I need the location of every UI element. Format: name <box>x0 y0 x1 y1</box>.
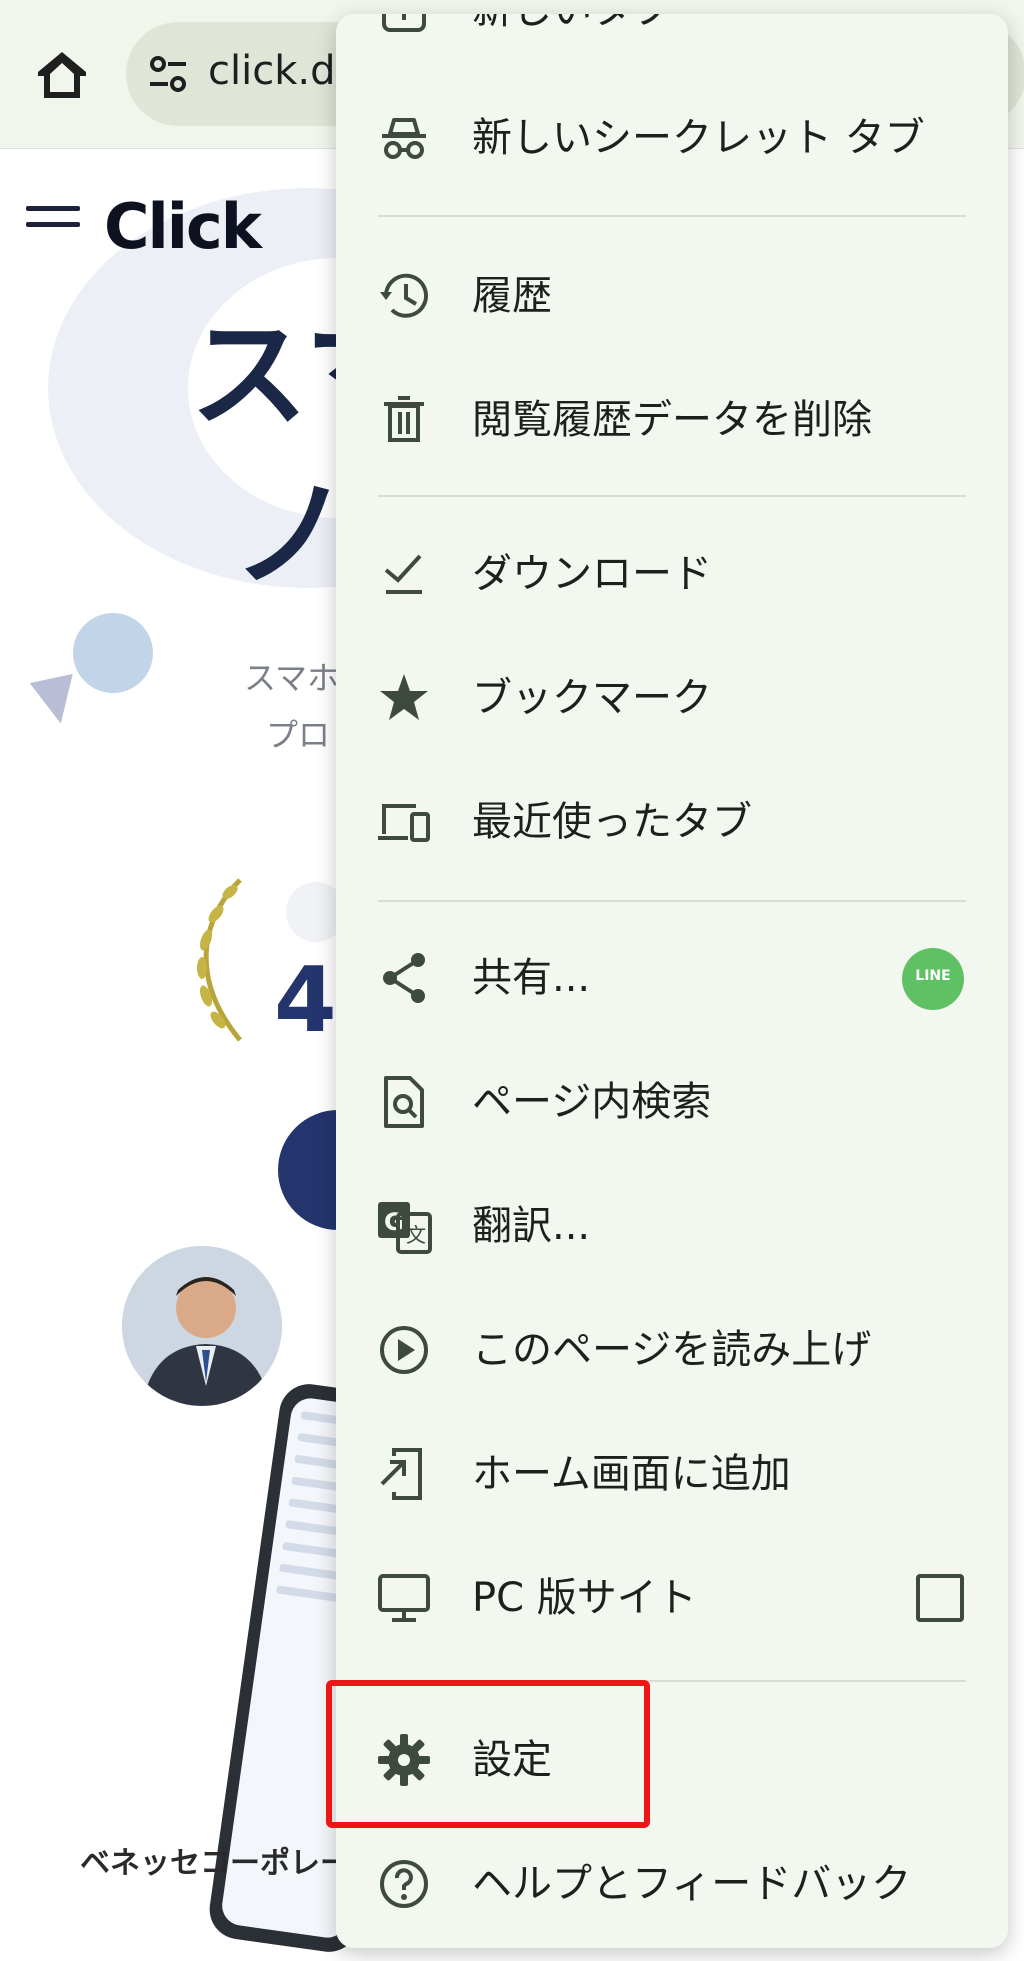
help-icon <box>380 1860 428 1908</box>
menu-item-label: ホーム画面に追加 <box>472 1451 791 1497</box>
trash-icon <box>384 396 424 442</box>
divider <box>378 215 966 217</box>
menu-item-desktop-site[interactable]: PC 版サイト <box>336 1538 1008 1658</box>
devices-icon <box>378 804 430 842</box>
decorative-triangle <box>29 673 83 729</box>
hero-subtitle-line2: プロ <box>266 716 331 754</box>
divider <box>378 900 966 902</box>
menu-item-add-to-home-screen[interactable]: ホーム画面に追加 <box>336 1414 1008 1534</box>
menu-item-label: 共有... <box>472 955 591 1001</box>
svg-text:文: 文 <box>406 1223 426 1247</box>
desktop-icon <box>378 1574 430 1622</box>
menu-item-read-aloud[interactable]: このページを読み上げ <box>336 1290 1008 1410</box>
hero-title-line2: ノ <box>232 466 351 604</box>
laurel-icon <box>197 878 242 1042</box>
site-logo[interactable]: Click <box>104 190 262 263</box>
menu-item-recent-tabs[interactable]: 最近使ったタブ <box>336 762 1008 882</box>
find-in-page-icon <box>384 1076 424 1128</box>
menu-item-help-and-feedback[interactable]: ヘルプとフィードバック <box>336 1824 1008 1944</box>
menu-item-label: PC 版サイト <box>472 1575 697 1621</box>
home-icon[interactable] <box>30 42 94 106</box>
share-icon <box>383 953 425 1003</box>
new-tab-icon <box>382 14 426 32</box>
menu-item-label: ダウンロード <box>472 551 712 597</box>
menu-item-find-in-page[interactable]: ページ内検索 <box>336 1042 1008 1162</box>
menu-item-label: 閲覧履歴データを削除 <box>472 397 872 443</box>
play-circle-icon <box>380 1326 428 1374</box>
hero-subtitle-line1: スマホ <box>244 659 340 697</box>
decorative-circle <box>73 613 153 693</box>
hamburger-menu-icon[interactable] <box>26 206 80 240</box>
menu-item-label: 翻訳... <box>472 1203 591 1249</box>
menu-item-translate[interactable]: G 文 翻訳... <box>336 1166 1008 1286</box>
menu-item-bookmarks[interactable]: ブックマーク <box>336 638 1008 758</box>
menu-item-label: 新しいシークレット タブ <box>472 115 925 161</box>
menu-item-label: ブックマーク <box>472 675 712 721</box>
avatar <box>122 1246 282 1406</box>
menu-item-label: ヘルプとフィードバック <box>472 1861 912 1907</box>
add-to-home-icon <box>380 1448 422 1500</box>
star-icon <box>380 674 428 720</box>
rating-number: 4 <box>274 948 337 1053</box>
settings-highlight-box <box>326 1680 650 1828</box>
menu-item-label: このページを読み上げ <box>472 1327 872 1373</box>
line-badge-label: LINE <box>915 968 951 984</box>
tune-icon[interactable] <box>146 52 190 96</box>
download-done-icon <box>384 554 422 594</box>
menu-item-label: 履歴 <box>472 273 552 319</box>
menu-item-clear-browsing-data[interactable]: 閲覧履歴データを削除 <box>336 360 1008 480</box>
company-name: ベネッセコーポレーシ <box>80 1846 380 1881</box>
menu-item-share[interactable]: 共有... LINE <box>336 918 1008 1038</box>
line-app-icon[interactable]: LINE <box>902 948 964 1010</box>
browser-overflow-menu: 新しいタブ 新しいシークレット タブ 履歴 <box>336 14 1008 1948</box>
translate-icon: G 文 <box>378 1202 432 1254</box>
menu-item-new-incognito-tab[interactable]: 新しいシークレット タブ <box>336 78 1008 198</box>
menu-item-label: 新しいタブ <box>472 14 672 34</box>
desktop-site-checkbox[interactable] <box>916 1574 964 1622</box>
incognito-icon <box>382 118 426 159</box>
divider <box>378 495 966 497</box>
menu-item-downloads[interactable]: ダウンロード <box>336 514 1008 634</box>
history-icon <box>380 273 428 318</box>
menu-item-new-tab[interactable]: 新しいタブ <box>336 14 1008 70</box>
menu-item-label: 最近使ったタブ <box>472 799 752 845</box>
menu-item-label: ページ内検索 <box>472 1079 712 1125</box>
menu-item-history[interactable]: 履歴 <box>336 236 1008 356</box>
